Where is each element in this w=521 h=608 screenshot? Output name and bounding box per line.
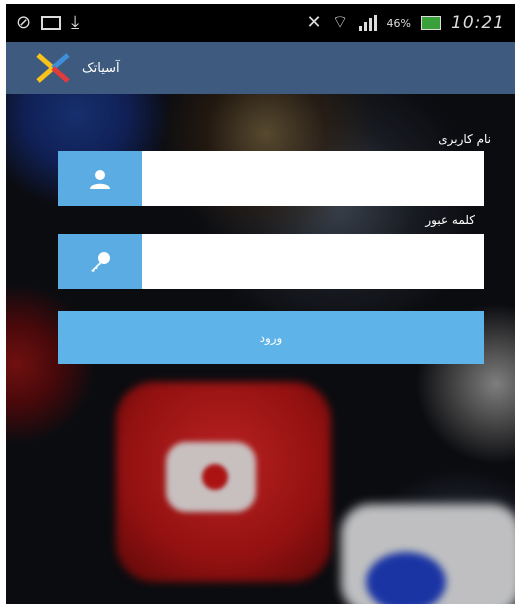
vibrate-icon: ✕	[306, 12, 322, 33]
status-clock: 10:21	[451, 13, 505, 33]
key-icon	[91, 251, 110, 272]
user-icon	[90, 169, 110, 189]
status-bar-right: ✕ ⌔ 46% 10:21	[307, 13, 505, 33]
asiatech-logo	[36, 53, 70, 83]
username-label: نام کاربری	[438, 132, 491, 146]
app-title: آسیاتک	[82, 60, 120, 76]
status-bar: ⊘ ⤓ ✕ ⌔ 46% 10:21	[6, 4, 515, 42]
password-row	[58, 234, 484, 289]
image-icon	[41, 16, 62, 30]
password-input[interactable]	[142, 234, 484, 289]
wifi-icon: ⌔	[331, 12, 349, 33]
username-icon-box	[58, 151, 142, 206]
password-icon-box	[58, 234, 142, 289]
battery-icon	[421, 16, 441, 30]
background-overlay	[6, 4, 515, 604]
app-bar: آسیاتک	[6, 42, 515, 94]
phone-screen: ⊘ ⤓ ✕ ⌔ 46% 10:21 آسیاتک نام کاربری کلمه…	[6, 4, 515, 604]
username-input[interactable]	[142, 151, 484, 206]
login-button[interactable]: ورود	[58, 311, 484, 364]
download-icon: ⤓	[71, 12, 80, 33]
username-row	[58, 151, 484, 206]
password-label: کلمه عبور	[425, 213, 475, 227]
mute-icon: ⊘	[16, 12, 32, 33]
status-bar-left: ⊘ ⤓	[16, 14, 79, 32]
battery-percent: 46%	[386, 16, 411, 30]
signal-icon	[358, 15, 377, 31]
